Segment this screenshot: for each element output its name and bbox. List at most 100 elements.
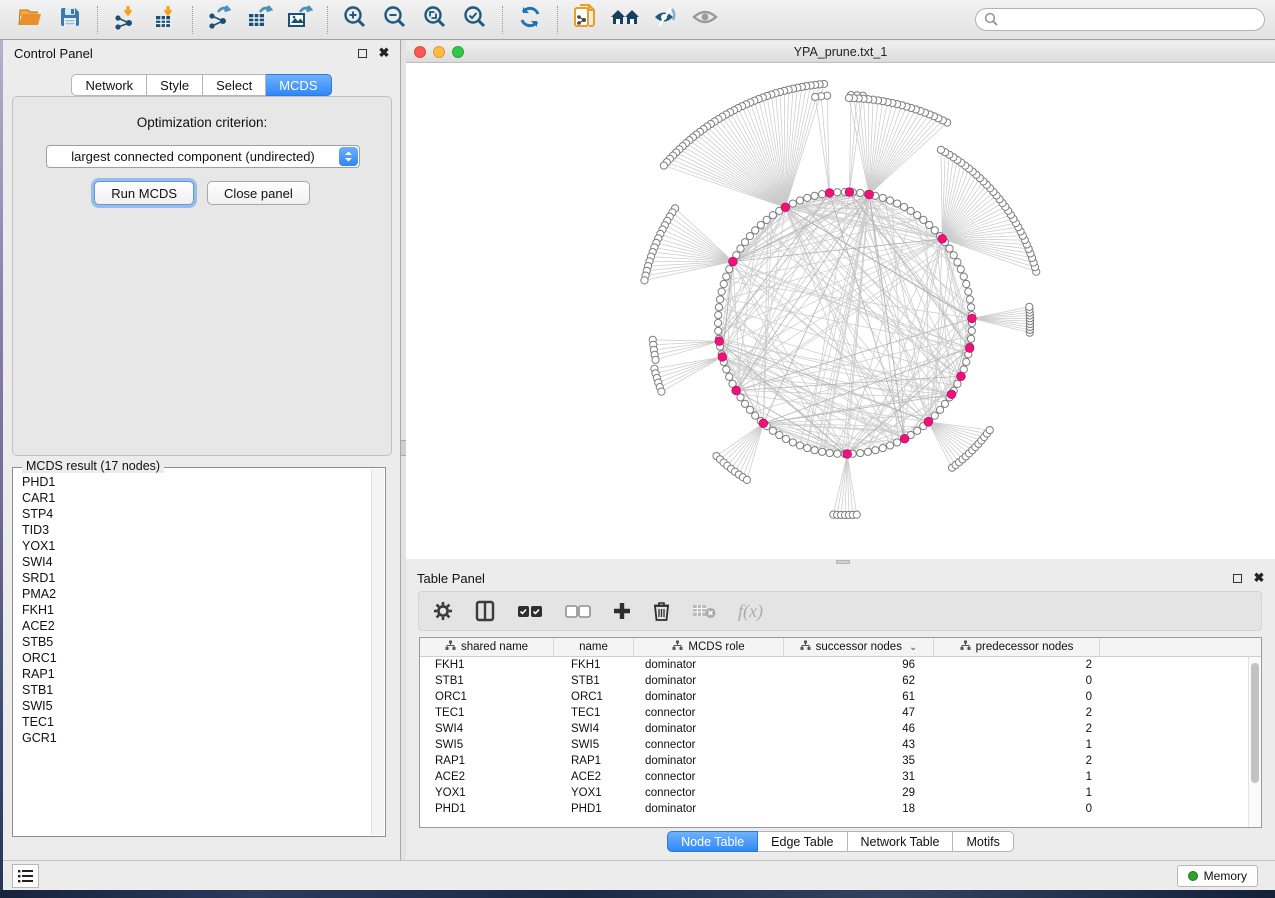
deselect-all-rows-button[interactable] (565, 605, 591, 618)
mcds-node-item[interactable]: FKH1 (14, 602, 371, 618)
zoom-selected-button[interactable] (455, 3, 495, 37)
column-header-MCDS-role[interactable]: MCDS role (634, 638, 784, 656)
desktop-wallpaper-bottom (0, 890, 1275, 898)
show-columns-button[interactable] (475, 600, 495, 622)
run-mcds-button[interactable]: Run MCDS (94, 181, 194, 205)
tab-motifs[interactable]: Motifs (953, 831, 1013, 852)
close-mcds-panel-button[interactable]: Close panel (207, 181, 310, 205)
table-mode-gear-button[interactable] (433, 601, 453, 621)
open-file-button[interactable] (10, 3, 50, 37)
optimization-criterion-select[interactable]: largest connected component (undirected) (46, 145, 360, 168)
scrollbar-thumb[interactable] (1251, 663, 1259, 783)
table-row[interactable]: FKH1FKH1dominator962 (420, 657, 1248, 673)
cell: dominator (634, 801, 784, 817)
export-network-button[interactable] (200, 3, 240, 37)
cell: dominator (634, 689, 784, 705)
delete-columns-button[interactable] (653, 601, 670, 621)
search-input[interactable] (1004, 13, 1256, 27)
zoom-in-button[interactable] (335, 3, 375, 37)
float-panel-icon[interactable] (1229, 570, 1245, 586)
mcds-node-item[interactable]: PHD1 (14, 474, 371, 490)
mcds-node-item[interactable]: TEC1 (14, 714, 371, 730)
import-table-button[interactable] (145, 3, 185, 37)
network-canvas[interactable] (406, 63, 1275, 559)
cell: 61 (784, 689, 934, 705)
hide-graphics-details-button[interactable] (645, 3, 685, 37)
network-view-window: YPA_prune.txt_1 (406, 42, 1275, 559)
toolbar-separator (97, 6, 98, 34)
mcds-node-item[interactable]: GCR1 (14, 730, 371, 746)
tab-edge-table[interactable]: Edge Table (758, 831, 847, 852)
tab-node-table[interactable]: Node Table (667, 831, 758, 852)
table-row[interactable]: PHD1PHD1dominator180 (420, 801, 1248, 817)
table-row[interactable]: ORC1ORC1dominator610 (420, 689, 1248, 705)
show-graphics-details-button[interactable] (685, 3, 725, 37)
mcds-node-item[interactable]: TID3 (14, 522, 371, 538)
tab-select[interactable]: Select (203, 74, 266, 96)
close-panel-icon[interactable]: ✖ (376, 45, 392, 61)
network-window-titlebar[interactable]: YPA_prune.txt_1 (406, 42, 1275, 63)
table-row[interactable]: ACE2ACE2connector311 (420, 769, 1248, 785)
memory-button[interactable]: Memory (1177, 865, 1258, 887)
cell: connector (634, 737, 784, 753)
table-row[interactable]: SWI5SWI5connector431 (420, 737, 1248, 753)
function-builder-button: f(x) (738, 601, 763, 622)
close-panel-icon[interactable]: ✖ (1251, 570, 1267, 586)
tab-style[interactable]: Style (147, 74, 203, 96)
tab-mcds[interactable]: MCDS (266, 74, 331, 96)
column-header-name[interactable]: name (554, 638, 634, 656)
column-header-predecessor-nodes[interactable]: predecessor nodes (934, 638, 1100, 656)
cell: dominator (634, 657, 784, 673)
cell: 1 (934, 785, 1100, 801)
table-row[interactable]: SWI4SWI4dominator462 (420, 721, 1248, 737)
mcds-node-item[interactable]: SWI4 (14, 554, 371, 570)
duplicate-network-button[interactable] (565, 3, 605, 37)
mcds-node-item[interactable]: RAP1 (14, 666, 371, 682)
mcds-node-item[interactable]: STB1 (14, 682, 371, 698)
table-scrollbar[interactable] (1248, 657, 1261, 827)
mcds-node-item[interactable]: PMA2 (14, 586, 371, 602)
global-search-field[interactable] (975, 8, 1265, 31)
cell: 1 (934, 737, 1100, 753)
table-row[interactable]: YOX1YOX1connector291 (420, 785, 1248, 801)
column-header-successor-nodes[interactable]: successor nodes⌄ (784, 638, 934, 656)
import-network-button[interactable] (105, 3, 145, 37)
mcds-node-item[interactable]: CAR1 (14, 490, 371, 506)
task-history-button[interactable] (12, 864, 39, 888)
table-body[interactable]: FKH1FKH1dominator962STB1STB1dominator620… (420, 657, 1248, 827)
zoom-out-button[interactable] (375, 3, 415, 37)
export-table-button[interactable] (240, 3, 280, 37)
mcds-node-item[interactable]: STP4 (14, 506, 371, 522)
mcds-result-list[interactable]: PHD1CAR1STP4TID3YOX1SWI4SRD1PMA2FKH1ACE2… (14, 474, 371, 835)
tab-network-table[interactable]: Network Table (848, 831, 954, 852)
save-session-button[interactable] (50, 3, 90, 37)
table-row[interactable]: STB1STB1dominator620 (420, 673, 1248, 689)
mcds-node-item[interactable]: ACE2 (14, 618, 371, 634)
mcds-node-item[interactable]: ORC1 (14, 650, 371, 666)
refresh-view-button[interactable] (510, 3, 550, 37)
mcds-list-scrollbar[interactable] (371, 469, 384, 835)
table-row[interactable]: TEC1TEC1connector472 (420, 705, 1248, 721)
cell: 2 (934, 657, 1100, 673)
table-row[interactable]: RAP1RAP1dominator352 (420, 753, 1248, 769)
create-column-button[interactable] (613, 602, 631, 620)
export-image-button[interactable] (280, 3, 320, 37)
zoom-fit-button[interactable] (415, 3, 455, 37)
select-all-rows-button[interactable] (517, 605, 543, 618)
delete-table-button (692, 603, 716, 619)
houses-button[interactable] (605, 3, 645, 37)
cell: connector (634, 705, 784, 721)
list-icon (18, 869, 34, 883)
float-panel-icon[interactable] (354, 45, 370, 61)
zoom-out-icon (382, 4, 408, 35)
cell: ORC1 (554, 689, 634, 705)
mcds-node-item[interactable]: SWI5 (14, 698, 371, 714)
mcds-node-item[interactable]: SRD1 (14, 570, 371, 586)
splitter-grip[interactable] (836, 560, 850, 564)
mcds-node-item[interactable]: STB5 (14, 634, 371, 650)
mcds-node-item[interactable]: YOX1 (14, 538, 371, 554)
cell: YOX1 (554, 785, 634, 801)
tab-network[interactable]: Network (71, 74, 147, 96)
cell: PHD1 (554, 801, 634, 817)
column-header-shared-name[interactable]: shared name (420, 638, 554, 656)
